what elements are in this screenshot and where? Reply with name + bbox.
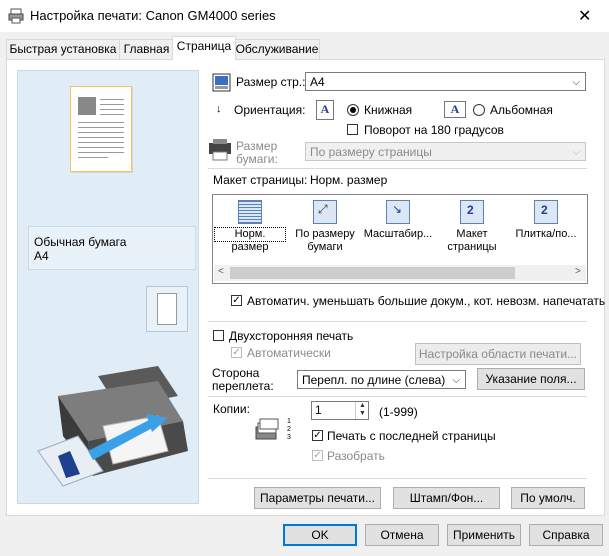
copies-value: 1 [315, 403, 322, 417]
fit-to-page-icon: ⤢ [313, 200, 337, 224]
portrait-radio[interactable] [347, 104, 359, 116]
scaled-icon: ↘ [386, 200, 410, 224]
paper-size-select[interactable]: По размеру страницы ⌵ [305, 142, 586, 161]
page-size-label: Размер стр.: [236, 75, 306, 89]
page-size-select[interactable]: A4 ⌵ [305, 72, 586, 91]
paper-size-label-1: Размер [236, 139, 278, 153]
chevron-down-icon: ⌵ [572, 77, 580, 88]
printer-illustration-icon [37, 366, 188, 487]
rotate-180-label: Поворот на 180 градусов [364, 123, 504, 137]
layout-item-tiling[interactable]: 2 Плитка/по... [511, 200, 581, 241]
layout-item-normal[interactable]: Норм. размер [214, 200, 286, 254]
defaults-button[interactable]: По умолч. [511, 487, 585, 509]
layout-item-label: страницы [447, 241, 497, 253]
paper-orientation-icon [146, 286, 188, 332]
scroll-left-icon[interactable]: < [218, 266, 224, 277]
layout-item-label: Норм. [214, 227, 286, 242]
margin-button[interactable]: Указание поля... [477, 368, 585, 390]
page-layout-icon: 2 [460, 200, 484, 224]
tab-page-setup[interactable]: Страница [172, 36, 236, 60]
page-layout-list: Норм. размер ⤢ По размеру бумаги ↘ Масшт… [212, 194, 588, 284]
layout-item-page-layout[interactable]: 2 Макет страницы [437, 200, 507, 254]
collate-checkbox[interactable]: ✓ [312, 450, 323, 461]
collate-pages-icon: 1 2 3 [255, 418, 291, 441]
tab-main[interactable]: Главная [119, 39, 174, 59]
paper-size-label-2: бумаги: [236, 152, 278, 166]
landscape-radio[interactable] [473, 104, 485, 116]
paper-size-value: По размеру страницы [310, 145, 432, 159]
reverse-order-label: Печать с последней страницы [327, 429, 496, 443]
page-layout-value: Норм. размер [310, 173, 388, 187]
auto-reduce-label: Автоматич. уменьшать большие докум., кот… [247, 294, 606, 308]
binding-value: Перепл. по длине (слева) [302, 373, 446, 387]
layout-item-scaled[interactable]: ↘ Масштабир... [363, 200, 433, 241]
binding-label-1: Сторона [212, 366, 260, 380]
layout-item-label: Плитка/по... [515, 228, 577, 240]
scroll-right-icon[interactable]: > [575, 266, 581, 277]
window-title: Настройка печати: Canon GM4000 series [30, 8, 276, 23]
media-type-text: Обычная бумага [34, 235, 127, 249]
cancel-button[interactable]: Отмена [365, 524, 439, 546]
title-bar: Настройка печати: Canon GM4000 series ✕ [0, 0, 609, 32]
svg-text:3: 3 [287, 434, 291, 441]
divider [208, 321, 587, 322]
layout-item-fit-to-page[interactable]: ⤢ По размеру бумаги [290, 200, 360, 254]
duplex-auto-checkbox[interactable]: ✓ [231, 347, 242, 358]
divider [208, 478, 587, 479]
chevron-down-icon: ⌵ [452, 375, 460, 386]
binding-select[interactable]: Перепл. по длине (слева) ⌵ [297, 370, 466, 389]
collate-label: Разобрать [327, 449, 385, 463]
scrollbar-thumb[interactable] [230, 267, 515, 279]
duplex-auto-label: Автоматически [247, 346, 331, 360]
ok-button[interactable]: OK [283, 524, 357, 546]
page-size-value: A4 [310, 75, 325, 89]
divider [208, 168, 587, 169]
media-size-text: A4 [34, 249, 49, 263]
preview-image-block [78, 97, 96, 115]
tab-maintenance[interactable]: Обслуживание [234, 39, 320, 59]
tiling-icon: 2 [534, 200, 558, 224]
copies-range: (1-999) [379, 405, 418, 419]
page-size-icon [212, 73, 231, 92]
portrait-icon: A [316, 100, 334, 120]
stamp-background-button[interactable]: Штамп/Фон... [393, 487, 500, 509]
copies-stepper[interactable]: ▲ ▼ [355, 402, 369, 419]
media-info-box: Обычная бумага A4 [28, 226, 196, 270]
close-icon[interactable]: ✕ [578, 6, 591, 26]
auto-reduce-checkbox[interactable]: ✓ [231, 295, 242, 306]
printer-icon [8, 8, 24, 24]
tab-quick-setup[interactable]: Быстрая установка [6, 39, 120, 59]
divider [208, 396, 587, 397]
normal-size-icon [238, 200, 262, 224]
svg-text:1: 1 [287, 418, 291, 425]
svg-text:2: 2 [287, 426, 291, 433]
help-button[interactable]: Справка [529, 524, 603, 546]
layout-item-label: Масштабир... [363, 228, 433, 240]
reverse-order-checkbox[interactable]: ✓ [312, 430, 323, 441]
landscape-label: Альбомная [490, 103, 553, 117]
binding-label-2: переплета: [212, 379, 274, 393]
apply-button[interactable]: Применить [447, 524, 521, 546]
page-layout-label: Макет страницы: [213, 173, 308, 187]
rotate-180-checkbox[interactable] [347, 124, 358, 135]
horizontal-scrollbar[interactable]: < > [214, 265, 586, 281]
arrow-down-icon: ↓ [216, 103, 222, 115]
layout-item-label: Макет [456, 228, 488, 240]
print-area-setup-button[interactable]: Настройка области печати... [415, 343, 581, 365]
portrait-label: Книжная [364, 103, 413, 117]
layout-item-label: бумаги [307, 241, 343, 253]
layout-item-label: По размеру [295, 228, 355, 240]
printer-paper-icon [209, 139, 231, 161]
chevron-down-icon: ⌵ [572, 147, 580, 158]
duplex-label: Двухсторонняя печать [229, 329, 354, 343]
orientation-label: Ориентация: [234, 103, 306, 117]
copies-label: Копии: [213, 402, 250, 416]
print-options-button[interactable]: Параметры печати... [254, 487, 381, 509]
layout-item-label: размер [231, 241, 269, 253]
preview-pane: Обычная бумага A4 [17, 70, 199, 504]
page-preview [70, 86, 132, 172]
landscape-icon: A [444, 101, 466, 118]
duplex-checkbox[interactable] [213, 330, 224, 341]
